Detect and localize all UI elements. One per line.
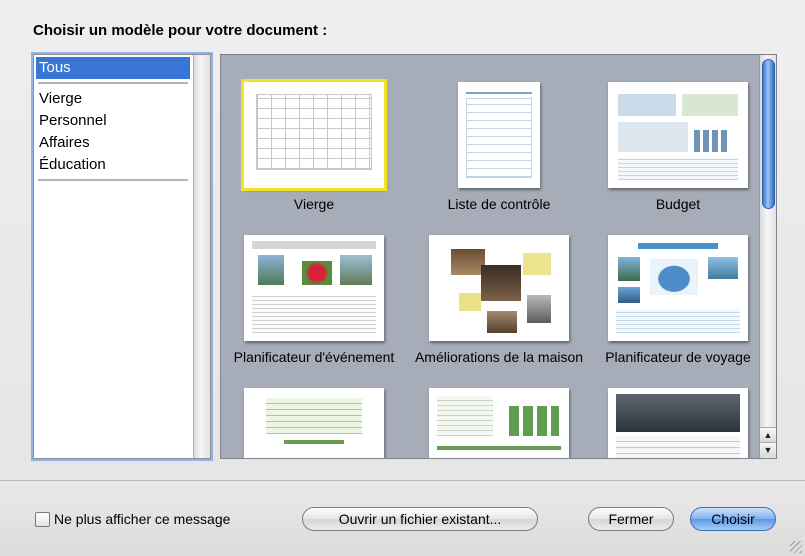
template-planificateur-evenement[interactable]: Planificateur d'événement xyxy=(229,235,399,365)
home-note-preview xyxy=(523,253,551,275)
travel-map-preview xyxy=(650,259,698,295)
category-separator xyxy=(38,179,188,181)
template-thumbnail[interactable] xyxy=(241,79,387,191)
travel-photo-preview xyxy=(618,257,640,281)
category-item-tous[interactable]: Tous xyxy=(36,57,190,79)
scroll-down-arrow-icon[interactable]: ▼ xyxy=(760,442,776,457)
template-label: Améliorations de la maison xyxy=(414,349,584,365)
gallery-scrollbar-thumb[interactable] xyxy=(762,59,775,209)
category-list[interactable]: Tous Vierge Personnel Affaires Éducation xyxy=(33,54,211,459)
category-item-vierge[interactable]: Vierge xyxy=(36,88,190,110)
budget-table-preview xyxy=(618,94,676,116)
template-thumbnail[interactable] xyxy=(244,235,384,341)
template-row3-1[interactable] xyxy=(229,388,399,458)
dialog-title: Choisir un modèle pour votre document : xyxy=(33,22,328,39)
loan-heading-preview xyxy=(284,440,344,444)
blank-grid-preview xyxy=(256,94,372,170)
budget-table-preview xyxy=(682,94,738,116)
template-budget[interactable]: Budget xyxy=(593,82,763,212)
template-label: Budget xyxy=(655,196,701,212)
dont-show-again-checkbox[interactable] xyxy=(35,511,50,527)
category-list-scrollbar[interactable] xyxy=(193,55,210,458)
template-thumbnail[interactable] xyxy=(429,235,569,341)
home-photo-preview xyxy=(527,295,551,323)
mortgage-heading-preview xyxy=(437,446,561,450)
travel-header-preview xyxy=(638,243,718,249)
event-table-preview xyxy=(252,295,376,333)
gallery-scrollbar[interactable]: ▲ ▼ xyxy=(759,55,776,458)
travel-table-preview xyxy=(616,309,740,333)
template-label: Planificateur d'événement xyxy=(233,349,395,365)
template-ameliorations-maison[interactable]: Améliorations de la maison xyxy=(414,235,584,365)
template-liste-de-controle[interactable]: Liste de contrôle xyxy=(414,82,584,212)
category-item-personnel[interactable]: Personnel xyxy=(36,110,190,132)
home-photo-preview xyxy=(487,311,517,333)
budget-chart-preview xyxy=(694,130,738,152)
checklist-rows-preview xyxy=(466,98,532,178)
template-row3-2[interactable] xyxy=(414,388,584,458)
dont-show-again-option[interactable]: Ne plus afficher ce message xyxy=(35,511,230,527)
mortgage-table-preview xyxy=(437,396,493,436)
budget-table-preview xyxy=(618,158,738,180)
template-thumbnail[interactable] xyxy=(458,82,540,188)
close-button[interactable]: Fermer xyxy=(588,507,674,531)
event-photo-preview xyxy=(258,255,284,285)
event-photo-preview xyxy=(340,255,372,285)
loan-table-preview xyxy=(266,398,362,434)
template-thumbnail[interactable] xyxy=(244,388,384,458)
template-thumbnail[interactable] xyxy=(608,235,748,341)
travel-photo-preview xyxy=(708,257,738,279)
category-item-education[interactable]: Éducation xyxy=(36,154,190,176)
category-item-affaires[interactable]: Affaires xyxy=(36,132,190,154)
template-thumbnail[interactable] xyxy=(608,82,748,188)
checklist-header-line xyxy=(466,92,532,94)
category-separator xyxy=(38,82,188,84)
choose-button[interactable]: Choisir xyxy=(690,507,776,531)
template-gallery: Vierge Liste de contrôle Budget Planific… xyxy=(220,54,777,459)
template-vierge[interactable]: Vierge xyxy=(229,79,399,212)
template-chooser-dialog: Choisir un modèle pour votre document : … xyxy=(0,0,805,556)
category-list-content: Tous Vierge Personnel Affaires Éducation xyxy=(34,55,194,458)
event-header-preview xyxy=(252,241,376,249)
home-photo-preview xyxy=(451,249,485,275)
budget-table-preview xyxy=(618,122,688,152)
event-photo-preview xyxy=(302,261,332,285)
dont-show-again-label[interactable]: Ne plus afficher ce message xyxy=(54,511,230,527)
scroll-up-arrow-icon[interactable]: ▲ xyxy=(760,427,776,442)
resize-grip-icon[interactable] xyxy=(790,541,802,553)
car-table-preview xyxy=(616,436,740,458)
home-note-preview xyxy=(459,293,481,311)
travel-photo-preview xyxy=(618,287,640,303)
template-thumbnail[interactable] xyxy=(429,388,569,458)
template-label: Vierge xyxy=(293,196,335,212)
open-existing-file-button[interactable]: Ouvrir un fichier existant... xyxy=(302,507,538,531)
template-thumbnail[interactable] xyxy=(608,388,748,458)
home-photo-preview xyxy=(481,265,521,301)
template-planificateur-voyage[interactable]: Planificateur de voyage xyxy=(593,235,763,365)
car-header-preview xyxy=(616,394,740,432)
mortgage-chart-preview xyxy=(509,406,559,436)
template-label: Planificateur de voyage xyxy=(605,349,751,365)
template-row3-3[interactable] xyxy=(593,388,763,458)
template-label: Liste de contrôle xyxy=(447,196,551,212)
